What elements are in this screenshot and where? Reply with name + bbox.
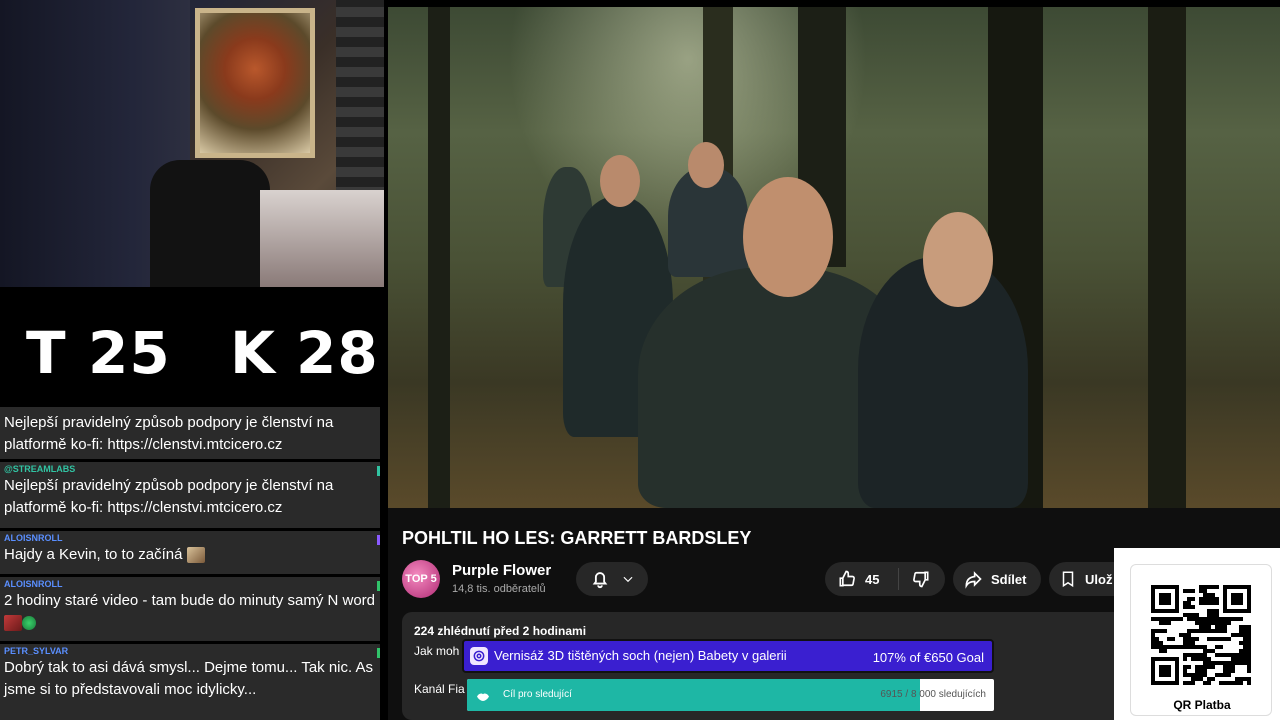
stream-layout: T 25 K 28 Nejlepší pravidelný způsob pod… <box>0 0 1280 720</box>
heart-hands-icon <box>477 693 489 701</box>
video-tree <box>1148 7 1186 508</box>
chat-username[interactable]: ALOISNROLL <box>4 579 376 590</box>
score-k-value: 28 <box>296 319 379 387</box>
chat-message: ALOISNROLL Hajdy a Kevin, to to začíná <box>0 531 380 574</box>
chat-message: @STREAMLABS Nejlepší pravidelný způsob p… <box>0 462 380 528</box>
video-hiker-head <box>923 212 993 307</box>
share-button[interactable]: Sdílet <box>953 562 1041 596</box>
chat-edge-marker <box>377 466 380 476</box>
bell-icon <box>592 572 608 589</box>
qr-code <box>1151 585 1251 685</box>
follower-goal-bar: Cíl pro sledující 6915 / 8 000 sledující… <box>467 679 994 711</box>
video-player[interactable] <box>388 7 1280 508</box>
view-meta: 224 zhlédnutí před 2 hodinami <box>414 624 587 638</box>
follower-goal-value: 6915 / 8 000 sledujících <box>880 689 986 700</box>
bookmark-icon <box>1062 571 1074 588</box>
webcam-desk <box>260 190 384 287</box>
channel-avatar[interactable]: TOP 5 <box>402 560 440 598</box>
subscriber-count: 14,8 tis. odběratelů <box>452 583 546 595</box>
gaming-chair <box>150 160 270 287</box>
notifications-button[interactable] <box>576 562 648 596</box>
chevron-down-icon <box>623 576 633 583</box>
chat-message-text-span: Hajdy a Kevin, to to začíná <box>4 546 183 563</box>
chat-username[interactable]: PETR_SYLVAR <box>4 646 376 657</box>
webcam-painting <box>195 8 315 158</box>
video-hiker-head <box>743 177 833 297</box>
webcam-feed <box>0 0 384 287</box>
follower-goal-label: Cíl pro sledující <box>503 689 572 700</box>
like-button[interactable]: 45 <box>825 568 899 590</box>
channel-avatar-text: TOP 5 <box>405 573 437 585</box>
chat-message-text: 2 hodiny staré video - tam bude do minut… <box>4 590 376 634</box>
thumbs-down-icon <box>913 571 929 588</box>
qr-label: QR Platba <box>1173 698 1231 712</box>
video-hiker-head <box>688 142 724 188</box>
score-t-label: T <box>26 319 67 387</box>
goal-value: 107% of €650 Goal <box>872 650 984 665</box>
video-hiker-head <box>600 155 640 207</box>
chat-message: PETR_SYLVAR Dobrý tak to asi dává smysl.… <box>0 644 380 720</box>
chat-message-text: Nejlepší pravidelný způsob podpory je čl… <box>4 477 334 516</box>
goal-icon <box>470 647 488 665</box>
qr-card: QR Platba <box>1130 564 1272 716</box>
description-line: Kanál Fia <box>414 682 465 696</box>
chat-message-text-span: 2 hodiny staré video - tam bude do minut… <box>4 592 376 609</box>
chat-message: Nejlepší pravidelný způsob podpory je čl… <box>0 407 380 459</box>
score-k-label: K <box>230 319 276 387</box>
goal-title: Vernisáž 3D tištěných soch (nejen) Babet… <box>494 648 787 663</box>
chat-message-text: Hajdy a Kevin, to to začíná <box>4 544 376 566</box>
share-icon <box>965 571 982 589</box>
chat-username[interactable]: ALOISNROLL <box>4 533 376 544</box>
dislike-button[interactable] <box>899 569 943 589</box>
chat-edge-marker <box>377 581 380 591</box>
video-tree <box>428 7 450 508</box>
share-label: Sdílet <box>991 571 1027 587</box>
like-count: 45 <box>865 571 880 587</box>
chat-panel: Nejlepší pravidelný způsob podpory je čl… <box>0 407 384 720</box>
chat-message-text: Dobrý tak to asi dává smysl... Dejme tom… <box>4 659 374 698</box>
chat-edge-marker <box>377 648 380 658</box>
save-label: Ulož <box>1085 571 1113 587</box>
like-dislike-group: 45 <box>825 562 945 596</box>
video-title: POHLTIL HO LES: GARRETT BARDSLEY <box>402 528 752 548</box>
emote-icon <box>22 616 36 631</box>
emote-icon <box>186 547 205 564</box>
channel-name[interactable]: Purple Flower <box>452 562 551 579</box>
description-line: Jak moh <box>414 644 460 658</box>
qr-payment-widget: QR Platba <box>1114 548 1280 720</box>
chat-edge-marker <box>377 535 380 545</box>
chat-message-text: Nejlepší pravidelný způsob podpory je čl… <box>4 414 334 453</box>
score-t-value: 25 <box>88 319 171 387</box>
scoreboard: T 25 K 28 <box>0 287 384 407</box>
emote-icon <box>4 615 22 632</box>
thumbs-up-icon <box>839 570 855 587</box>
donation-goal-bar: Vernisáž 3D tištěných soch (nejen) Babet… <box>462 639 994 673</box>
chat-username[interactable]: @STREAMLABS <box>4 464 376 475</box>
chat-message: ALOISNROLL 2 hodiny staré video - tam bu… <box>0 577 380 641</box>
